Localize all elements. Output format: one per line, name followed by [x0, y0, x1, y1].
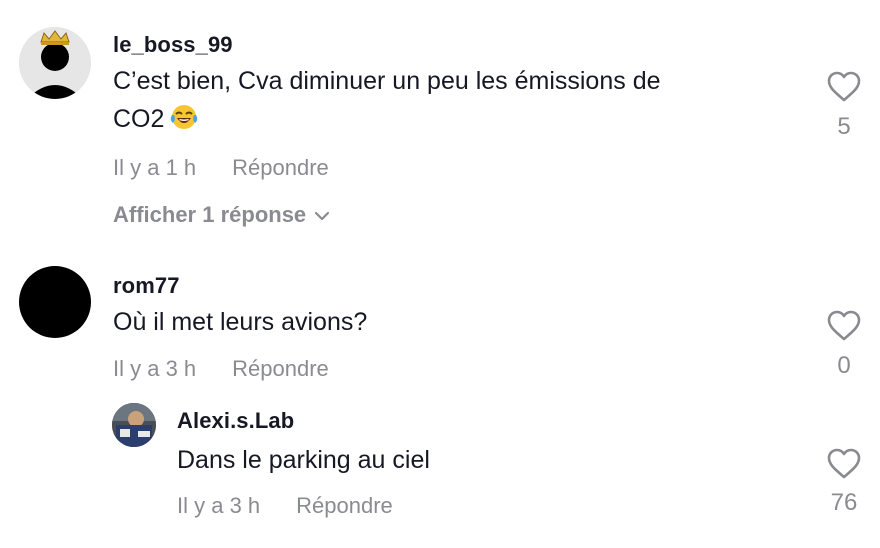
- comment-time: Il y a 1 h: [113, 155, 197, 180]
- avatar-silhouette-icon: [19, 27, 91, 99]
- reply-meta: Il y a 3 h Répondre: [177, 493, 393, 519]
- like-button[interactable]: [826, 69, 862, 105]
- like-count: 76: [830, 489, 858, 516]
- chevron-down-icon: [315, 212, 330, 221]
- comment-time: Il y a 3 h: [113, 356, 197, 381]
- reply-username[interactable]: Alexi.s.Lab: [177, 408, 294, 434]
- like-count: 5: [837, 113, 851, 140]
- heart-outline-icon: [827, 310, 861, 341]
- comment-username[interactable]: le_boss_99: [113, 32, 233, 58]
- avatar-photo-icon: [112, 403, 156, 447]
- comment-meta: Il y a 3 h Répondre: [113, 356, 329, 382]
- comment-item: rom77 Où il met leurs avions? Il y a 3 h…: [0, 250, 880, 390]
- comment-meta: Il y a 1 h Répondre: [113, 155, 329, 181]
- comment-username[interactable]: rom77: [113, 273, 180, 299]
- reply-text: Dans le parking au ciel: [177, 446, 430, 474]
- view-replies-button[interactable]: Afficher 1 réponse: [113, 202, 330, 228]
- like-button[interactable]: [826, 308, 862, 344]
- heart-outline-icon: [827, 448, 861, 479]
- comment-text: Où il met leurs avions?: [113, 308, 368, 336]
- reply-button[interactable]: Répondre: [232, 356, 329, 381]
- comment-item: le_boss_99 C’est bien, Cva diminuer un p…: [0, 0, 880, 250]
- reply-button[interactable]: Répondre: [296, 493, 393, 518]
- avatar[interactable]: [19, 27, 91, 99]
- comment-text: C’est bien, Cva diminuer un peu les émis…: [113, 62, 803, 138]
- like-button[interactable]: [826, 446, 862, 482]
- view-replies-label: Afficher 1 réponse: [113, 202, 307, 227]
- like-count: 0: [837, 352, 851, 379]
- face-with-tears-of-joy-icon: [170, 103, 198, 131]
- avatar[interactable]: [19, 266, 91, 338]
- heart-outline-icon: [827, 71, 861, 102]
- reply-button[interactable]: Répondre: [232, 155, 329, 180]
- avatar[interactable]: [112, 403, 156, 447]
- comment-text-line-2: CO2: [113, 105, 165, 133]
- reply-item: Alexi.s.Lab Dans le parking au ciel Il y…: [0, 390, 880, 530]
- reply-time: Il y a 3 h: [177, 493, 261, 518]
- comment-text-line-1: C’est bien, Cva diminuer un peu les émis…: [113, 67, 661, 95]
